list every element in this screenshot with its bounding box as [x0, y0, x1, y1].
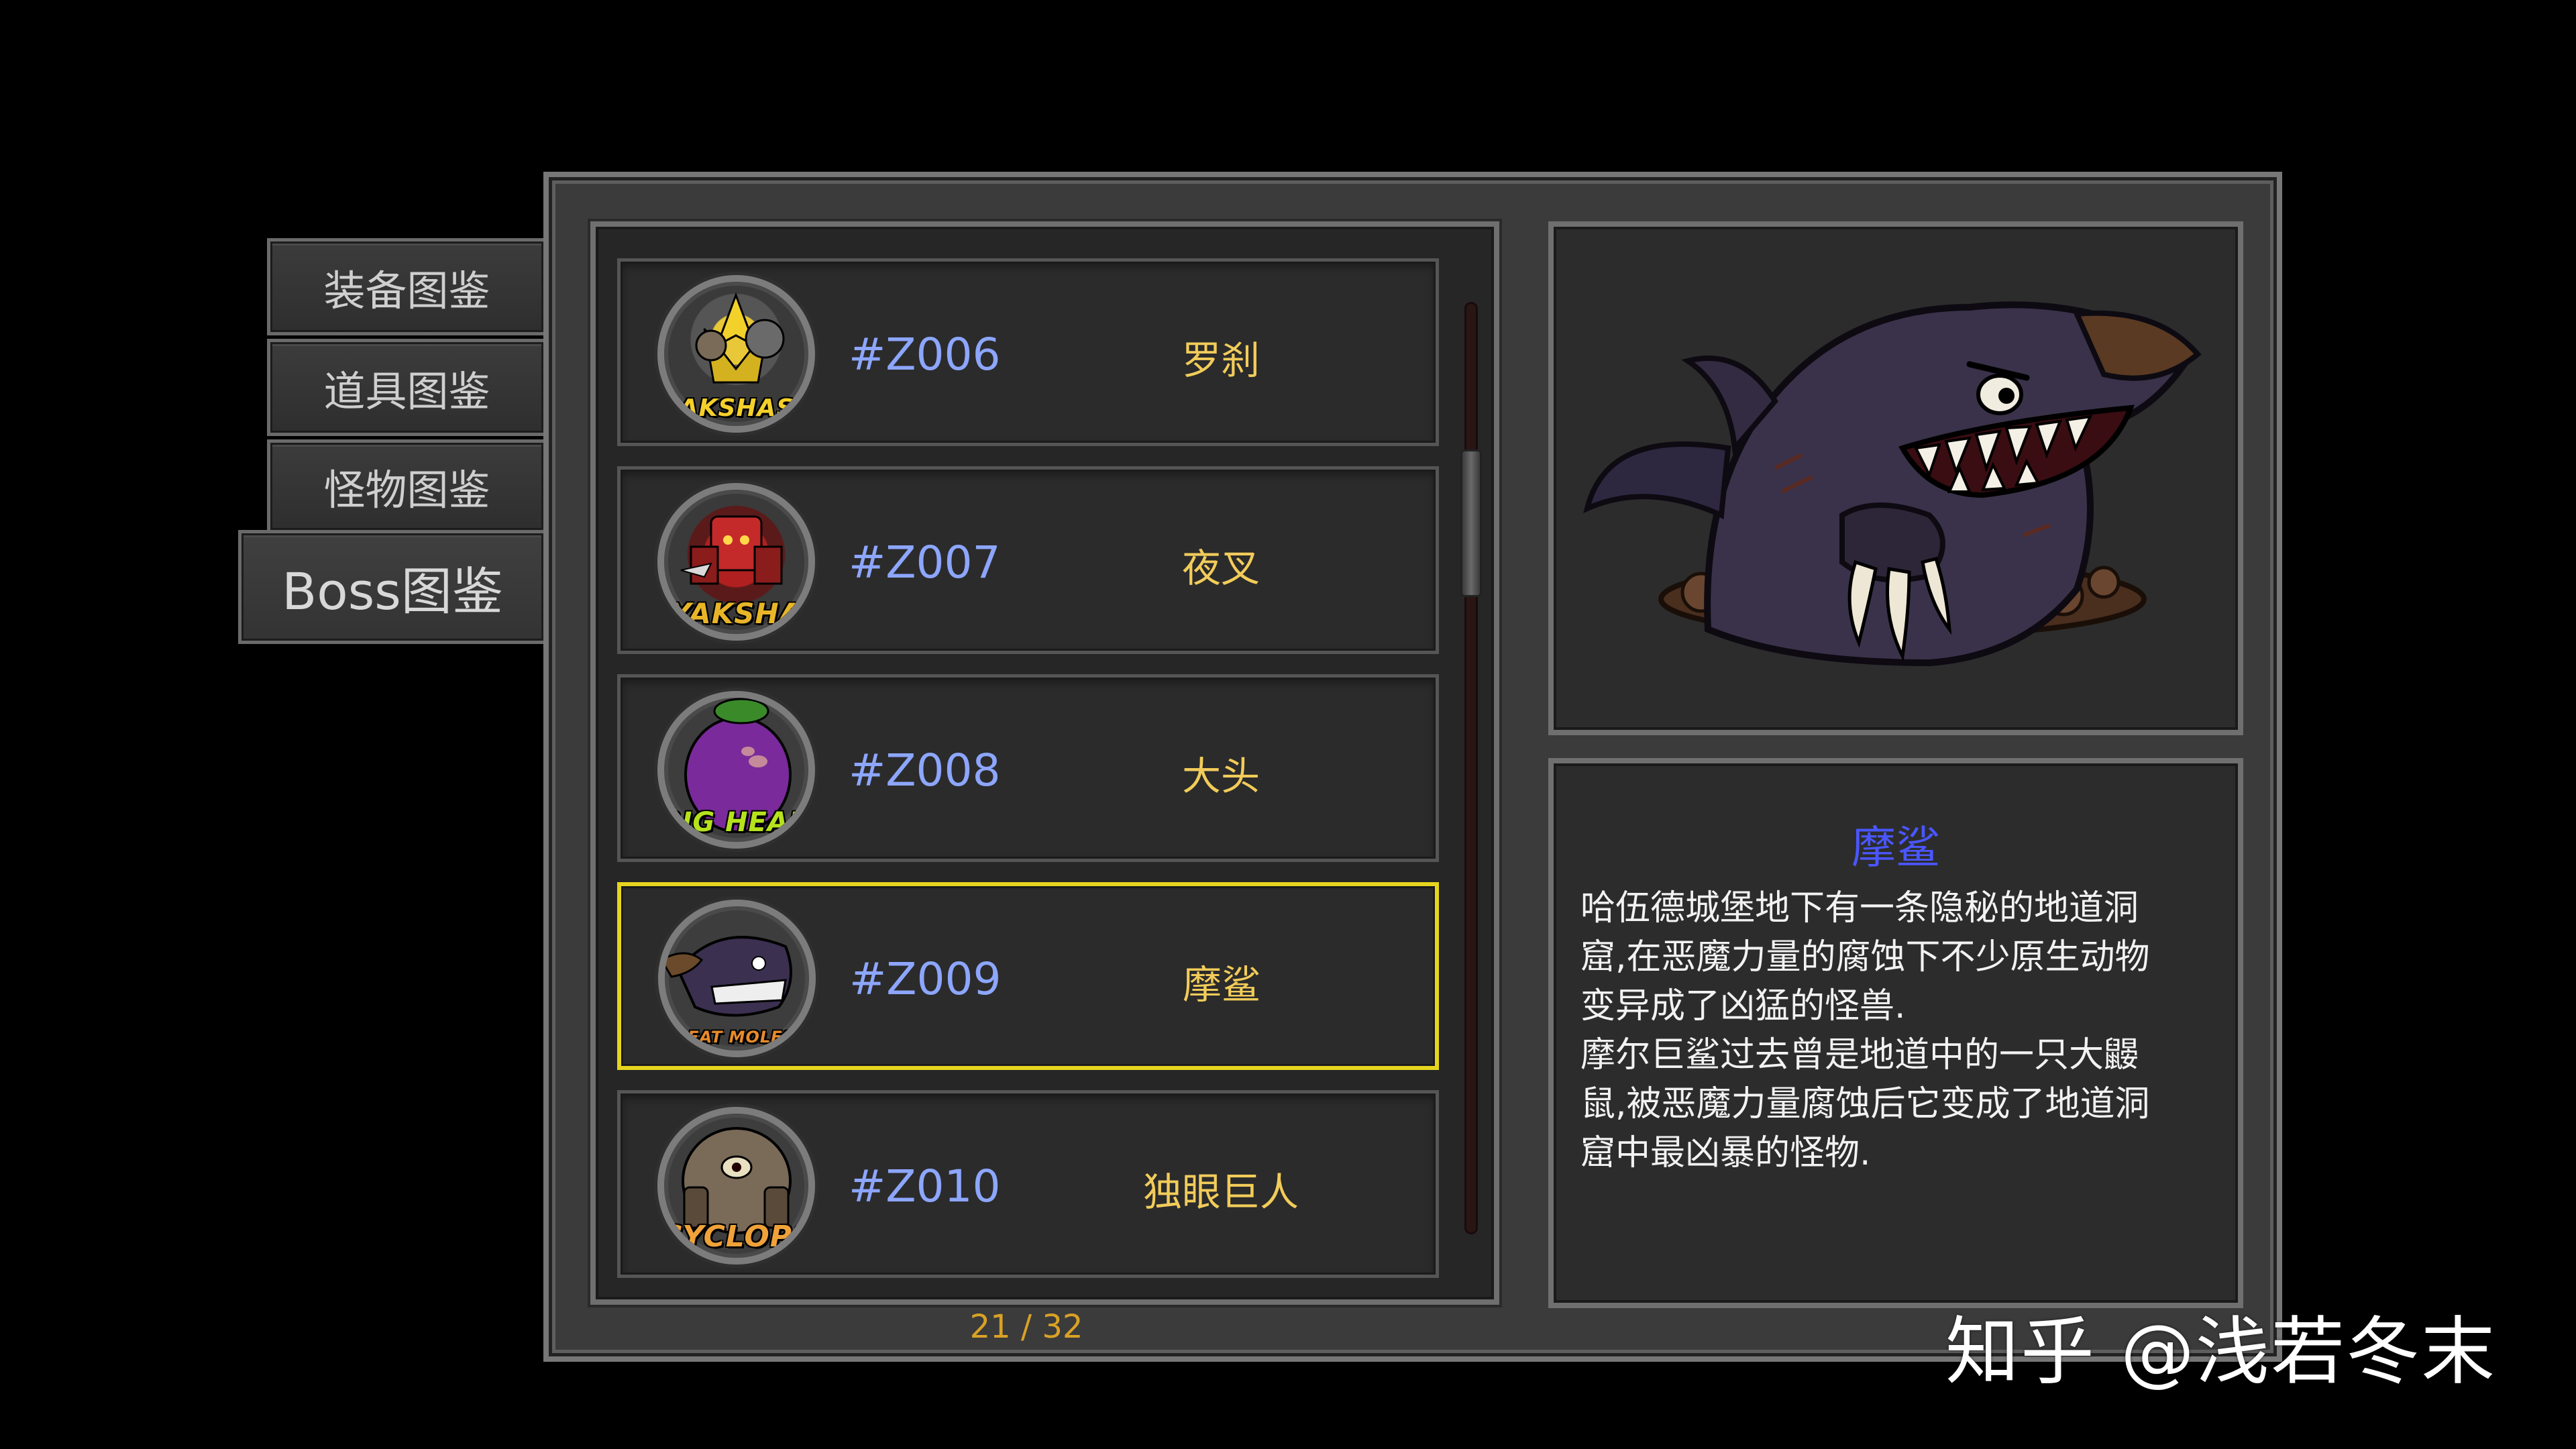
entry-code: #Z008: [849, 745, 1001, 796]
boss-description-panel: 摩鲨 哈伍德城堡地下有一条隐秘的地道洞 窟,在恶魔力量的腐蚀下不少原生动物 变异…: [1548, 758, 2243, 1308]
tab-boss[interactable]: Boss图鉴: [238, 530, 543, 644]
tab-label: 怪物图鉴: [323, 466, 490, 515]
entry-code: #Z007: [849, 537, 1001, 588]
boss-name-title: 摩鲨: [1851, 822, 1940, 873]
entry-name: 摩鲨: [1182, 962, 1260, 1008]
entry-name: 独眼巨人: [1142, 1169, 1299, 1215]
scrollbar-thumb[interactable]: [1460, 449, 1482, 597]
list-item[interactable]: YAKSHA #Z007 夜叉: [617, 466, 1439, 654]
entry-name: 夜叉: [1181, 545, 1260, 591]
list-item-selected[interactable]: GREAT MOLESHARK #Z009 摩鲨: [617, 882, 1439, 1070]
tab-monsters[interactable]: 怪物图鉴: [267, 439, 543, 533]
page-indicator: 21 / 32: [969, 1308, 1083, 1346]
boss-description-text: 哈伍德城堡地下有一条隐秘的地道洞 窟,在恶魔力量的腐蚀下不少原生动物 变异成了凶…: [1580, 888, 2150, 1173]
list-item[interactable]: BIG HEAD #Z008 大头: [617, 674, 1439, 862]
rakshasa-portrait-icon: RAKSHASA: [657, 275, 815, 433]
tab-label: Boss图鉴: [282, 561, 503, 621]
badge-label: CYCLOPS: [660, 1220, 814, 1254]
entry-name: 大头: [1181, 753, 1260, 799]
badge-label: GREAT MOLESHARK: [661, 1028, 809, 1046]
badge-label: YAKSHA: [670, 597, 802, 630]
tab-label: 装备图鉴: [323, 266, 490, 315]
great-moleshark-portrait-icon: GREAT MOLESHARK: [658, 900, 816, 1057]
big-head-portrait-icon: BIG HEAD: [657, 691, 815, 849]
cyclops-portrait-icon: CYCLOPS: [657, 1107, 815, 1265]
entry-code: #Z010: [849, 1161, 1001, 1212]
badge-label: BIG HEAD: [660, 807, 812, 838]
great-moleshark-artwork-icon: [1583, 301, 2202, 667]
list-item[interactable]: CYCLOPS #Z010 独眼巨人: [617, 1090, 1439, 1278]
tab-label: 道具图鉴: [323, 366, 490, 416]
entry-name: 罗刹: [1181, 337, 1260, 383]
tab-items[interactable]: 道具图鉴: [267, 339, 543, 436]
entry-code: #Z006: [849, 329, 1001, 380]
list-item[interactable]: RAKSHASA #Z006 罗刹: [617, 258, 1439, 446]
yaksha-portrait-icon: YAKSHA: [657, 483, 815, 641]
boss-portrait-panel: [1548, 221, 2243, 735]
list-scrollbar[interactable]: [1464, 302, 1478, 1234]
entry-code: #Z009: [849, 953, 1002, 1005]
badge-label: RAKSHASA: [660, 394, 814, 422]
zhihu-watermark: 知乎 @浅若冬末: [1945, 1309, 2496, 1395]
tab-equipment[interactable]: 装备图鉴: [267, 238, 543, 335]
